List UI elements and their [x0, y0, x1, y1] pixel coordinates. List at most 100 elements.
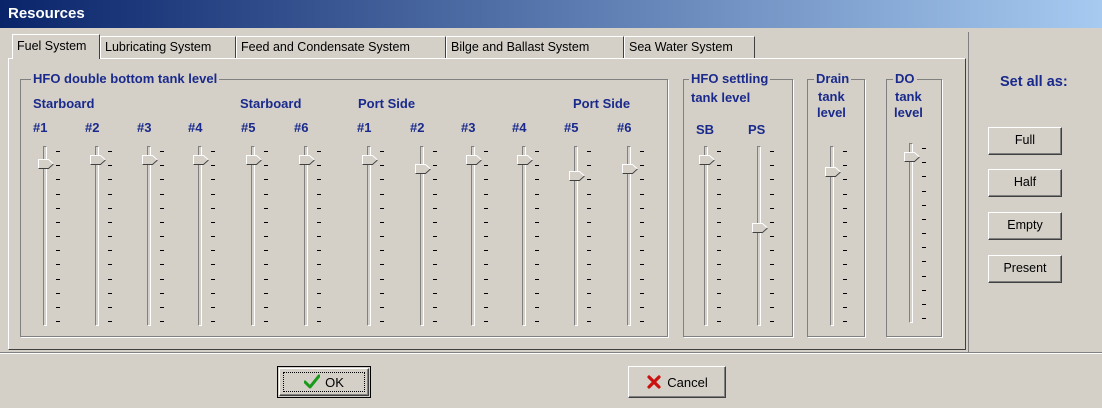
drain-title-line3: level [817, 105, 846, 120]
slider-track [198, 146, 202, 326]
slider-tick [770, 165, 774, 167]
ok-button[interactable]: OK [277, 366, 371, 398]
tab-bilge-and-ballast-system[interactable]: Bilge and Ballast System [446, 36, 624, 58]
slider-tick [380, 207, 384, 209]
slider-tick [640, 292, 644, 294]
slider-tick [264, 250, 268, 252]
slider-tick [211, 193, 215, 195]
cancel-button[interactable]: Cancel [628, 366, 726, 398]
set-all-half-button[interactable]: Half [988, 169, 1062, 197]
slider-tick [717, 179, 721, 181]
slider-thumb[interactable] [466, 154, 483, 166]
slider-tick [380, 292, 384, 294]
slider-tick [211, 264, 215, 266]
slider-tick [264, 221, 268, 223]
tank-number-label: #1 [357, 120, 372, 135]
hfo-settling-sb-slider[interactable] [697, 146, 733, 326]
tank-number-label: #3 [461, 120, 476, 135]
slider-tick [535, 221, 539, 223]
x-icon [647, 375, 661, 389]
slider-tick [535, 207, 539, 209]
slider-tick [317, 221, 321, 223]
slider-tick [264, 264, 268, 266]
set-all-empty-button[interactable]: Empty [988, 212, 1062, 240]
tab-lubricating-system[interactable]: Lubricating System [100, 36, 236, 58]
slider-tick [535, 292, 539, 294]
hfo-double-bottom-slider[interactable] [297, 146, 333, 326]
slider-thumb[interactable] [415, 163, 432, 174]
slider-tick [108, 207, 112, 209]
set-all-present-button[interactable]: Present [988, 255, 1062, 283]
slider-thumb[interactable] [622, 163, 639, 174]
slider-tick [56, 207, 60, 209]
slider-tick [211, 165, 215, 167]
slider-thumb[interactable] [569, 170, 586, 181]
slider-thumb[interactable] [142, 154, 159, 166]
slider-thumb[interactable] [38, 158, 55, 169]
slider-tick [535, 179, 539, 181]
slider-tick [922, 233, 926, 234]
slider-tick [843, 221, 847, 223]
slider-thumb[interactable] [299, 154, 316, 166]
slider-thumb[interactable] [193, 154, 210, 166]
slider-tick [380, 306, 384, 308]
slider-tick [108, 321, 112, 322]
slider-thumb[interactable] [904, 151, 921, 163]
slider-tick [108, 151, 112, 152]
tab-feed-and-condensate-system[interactable]: Feed and Condensate System [236, 36, 446, 58]
hfo-double-bottom-slider[interactable] [140, 146, 176, 326]
hfo-double-bottom-slider[interactable] [620, 146, 656, 326]
slider-thumb[interactable] [246, 154, 263, 166]
slider-track [704, 146, 708, 326]
drain-tank-slider[interactable] [823, 146, 859, 326]
slider-tick [264, 179, 268, 181]
slider-tick [264, 321, 268, 322]
slider-tick [922, 247, 926, 249]
slider-thumb[interactable] [517, 154, 534, 166]
hfo-double-bottom-slider[interactable] [191, 146, 227, 326]
slider-thumb[interactable] [699, 154, 716, 166]
slider-tick [433, 207, 437, 209]
slider-tick [640, 165, 644, 167]
slider-tick [380, 221, 384, 223]
slider-tick [484, 179, 488, 181]
slider-tick [160, 151, 164, 152]
hfo-double-bottom-slider[interactable] [36, 146, 72, 326]
hfo-double-bottom-slider[interactable] [413, 146, 449, 326]
do-tank-slider[interactable] [902, 143, 938, 323]
slider-tick [717, 321, 721, 322]
slider-tick [717, 151, 721, 152]
slider-tick [587, 151, 591, 152]
slider-tick [587, 250, 591, 252]
slider-tick [770, 321, 774, 322]
slider-thumb[interactable] [90, 154, 107, 166]
slider-thumb[interactable] [825, 166, 842, 178]
slider-tick [56, 321, 60, 322]
slider-thumb[interactable] [752, 222, 769, 233]
title-bar: Resources [0, 0, 1102, 28]
slider-tick [108, 236, 112, 237]
slider-tick [484, 221, 488, 223]
settling-label-sb: SB [696, 122, 715, 137]
slider-tick [56, 151, 60, 152]
hfo-double-bottom-slider[interactable] [567, 146, 603, 326]
slider-tick [160, 264, 164, 266]
slider-tick [211, 278, 215, 280]
tank-number-label: #4 [512, 120, 527, 135]
drain-title-line1: Drain [814, 71, 852, 86]
hfo-double-bottom-slider[interactable] [88, 146, 124, 326]
slider-tick [535, 278, 539, 280]
hfo-double-bottom-slider[interactable] [464, 146, 500, 326]
hfo-double-bottom-slider[interactable] [360, 146, 396, 326]
hfo-settling-ps-slider[interactable] [750, 146, 786, 326]
slider-thumb[interactable] [362, 154, 379, 166]
tab-fuel-system[interactable]: Fuel System [12, 34, 100, 59]
slider-tick [108, 165, 112, 167]
tab-sea-water-system[interactable]: Sea Water System [624, 36, 755, 58]
slider-tick [922, 261, 926, 263]
set-all-full-button[interactable]: Full [988, 127, 1062, 155]
hfo-double-bottom-slider[interactable] [244, 146, 280, 326]
slider-tick [211, 250, 215, 252]
hfo-double-bottom-slider[interactable] [515, 146, 551, 326]
tank-number-label: #2 [410, 120, 425, 135]
